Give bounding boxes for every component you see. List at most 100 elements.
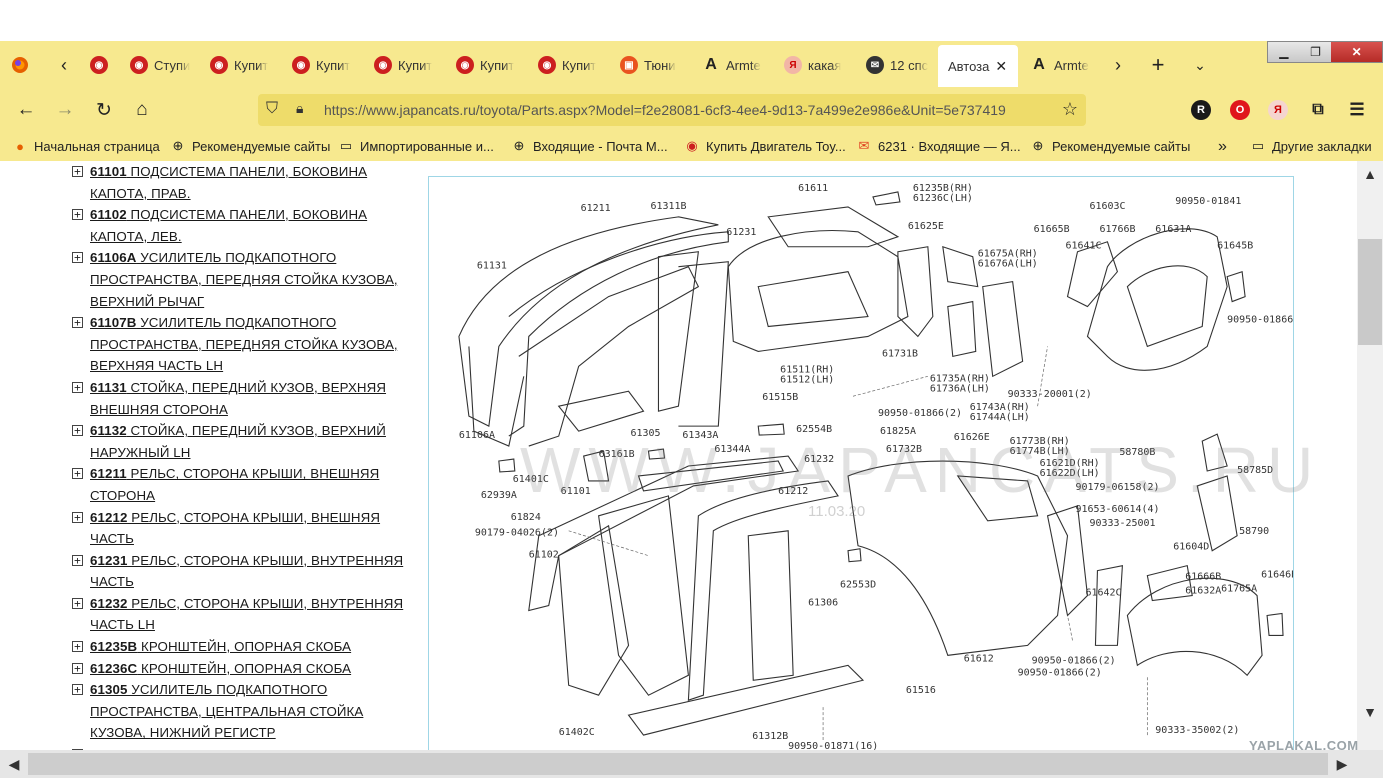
part-description[interactable]: РЕЛЬС, СТОРОНА КРЫШИ, ВНУТРЕННЯЯ (127, 596, 403, 611)
part-code-link[interactable]: 61102 (90, 207, 127, 222)
tab-5[interactable]: ◉ Купит (446, 46, 520, 84)
close-tab-icon[interactable]: ✕ (995, 58, 1007, 75)
part-description-cont[interactable]: КАПОТА, ПРАВ. (90, 186, 191, 201)
tree-item[interactable]: +61305 УСИЛИТЕЛЬ ПОДКАПОТНОГО ПРОСТРАНСТВ… (72, 679, 412, 744)
new-tab-icon[interactable]: + (1146, 52, 1170, 77)
tab-3[interactable]: ◉ Купит (282, 46, 356, 84)
part-description[interactable]: КРОНШТЕЙН, ОПОРНАЯ СКОБА (137, 639, 351, 654)
part-description-cont[interactable]: КАПОТА, ЛЕВ. (90, 229, 182, 244)
tabs-scroll-right-icon[interactable]: › (1106, 53, 1130, 77)
part-description-cont[interactable]: ВЕРХНИЙ РЫЧАГ (90, 294, 204, 309)
app-menu-icon[interactable]: ☰ (1347, 100, 1367, 120)
bookmark-7[interactable]: ▭ Другие закладки (1250, 138, 1372, 154)
scroll-right-icon[interactable]: ▶ (1328, 750, 1356, 778)
part-description[interactable]: КРОНШТЕЙН, ОПОРНАЯ СКОБА (137, 661, 351, 676)
extension-yandex-icon[interactable]: Я (1268, 100, 1288, 120)
part-description[interactable]: ПОДСИСТЕМА ПАНЕЛИ, БОКОВИНА (127, 164, 368, 179)
part-description[interactable]: СТОЙКА, ПЕРЕДНИЙ КУЗОВ, ВЕРХНЯЯ (127, 380, 386, 395)
extension-r-icon[interactable]: R (1191, 100, 1211, 120)
expand-icon[interactable]: + (72, 425, 83, 437)
part-code-link[interactable]: 61236C (90, 661, 137, 676)
tab-11[interactable]: Автоза ✕ (938, 45, 1018, 87)
expand-icon[interactable]: + (72, 381, 83, 393)
part-description-cont[interactable]: ПРОСТРАНСТВА, ПЕРЕДНЯЯ СТОЙКА КУЗОВА, (90, 272, 398, 287)
part-description-cont[interactable]: ЧАСТЬ LH (90, 617, 155, 632)
firefox-menu-icon[interactable] (8, 53, 32, 77)
part-description[interactable]: РЕЛЬС, СТОРОНА КРЫШИ, ВНУТРЕННЯЯ (127, 553, 403, 568)
bookmark-0[interactable]: ● Начальная страница (12, 138, 160, 154)
bookmark-4[interactable]: ◉ Купить Двигатель Toy... (684, 138, 845, 154)
home-icon[interactable]: ⌂ (130, 98, 154, 122)
expand-icon[interactable]: + (72, 554, 83, 566)
tab-0[interactable]: ◉вес (80, 46, 112, 84)
part-description-cont[interactable]: КУЗОВА, НИЖНИЙ РЕГИСТР (90, 725, 276, 740)
part-code-link[interactable]: 61131 (90, 380, 127, 395)
back-icon[interactable]: ← (14, 98, 38, 122)
tab-2[interactable]: ◉ Купит (200, 46, 274, 84)
tree-item[interactable]: +61106A УСИЛИТЕЛЬ ПОДКАПОТНОГО ПРОСТРАНСТ… (72, 247, 412, 312)
tab-4[interactable]: ◉ Купит (364, 46, 438, 84)
part-code-link[interactable]: 61235B (90, 639, 137, 654)
horizontal-scroll-thumb[interactable] (28, 753, 1328, 775)
extensions-puzzle-icon[interactable]: ⧉ (1308, 100, 1328, 120)
address-bar[interactable]: ⛉ 🔒︎ https://www.japancats.ru/toyota/Par… (258, 94, 1086, 126)
tree-item[interactable]: +61107B УСИЛИТЕЛЬ ПОДКАПОТНОГО ПРОСТРАНСТ… (72, 312, 412, 377)
lock-icon[interactable]: 🔒︎ (296, 100, 303, 117)
part-description-cont[interactable]: ЧАСТЬ (90, 574, 134, 589)
expand-icon[interactable]: + (72, 511, 83, 523)
tree-item[interactable]: +61211 РЕЛЬС, СТОРОНА КРЫШИ, ВНЕШНЯЯ СТОР… (72, 463, 412, 506)
url-text[interactable]: https://www.japancats.ru/toyota/Parts.as… (324, 102, 1052, 118)
part-description[interactable]: УСИЛИТЕЛЬ ПОДКАПОТНОГО (127, 682, 327, 697)
scroll-up-icon[interactable]: ▲ (1357, 163, 1383, 185)
tab-10[interactable]: ✉ 12 спс (856, 46, 930, 84)
tabs-scroll-left-icon[interactable]: ‹ (52, 53, 76, 77)
expand-icon[interactable]: + (72, 684, 83, 696)
part-code-link[interactable]: 61305 (90, 682, 127, 697)
part-description[interactable]: УСИЛИТЕЛЬ ПОДКАПОТНОГО (136, 250, 336, 265)
tree-item[interactable]: +61232 РЕЛЬС, СТОРОНА КРЫШИ, ВНУТРЕННЯЯ Ч… (72, 593, 412, 636)
tab-6[interactable]: ◉ Купит (528, 46, 602, 84)
expand-icon[interactable]: + (72, 166, 83, 177)
reload-icon[interactable]: ↻ (92, 98, 116, 122)
part-description-cont[interactable]: ЧАСТЬ (90, 531, 134, 546)
bookmark-5[interactable]: ✉ 6231 · Входящие — Я... (856, 138, 1021, 154)
maximize-button[interactable]: ❐ (1300, 42, 1332, 62)
part-description-cont[interactable]: ПРОСТРАНСТВА, ЦЕНТРАЛЬНАЯ СТОЙКА (90, 704, 363, 719)
tree-item[interactable]: +61131 СТОЙКА, ПЕРЕДНИЙ КУЗОВ, ВЕРХНЯЯ ВН… (72, 377, 412, 420)
expand-icon[interactable]: + (72, 641, 83, 653)
bookmark-6[interactable]: ⊕ Рекомендуемые сайты (1030, 138, 1191, 154)
part-code-link[interactable]: 61212 (90, 510, 127, 525)
tree-item[interactable]: +61235B КРОНШТЕЙН, ОПОРНАЯ СКОБА (72, 636, 412, 658)
bookmark-3[interactable]: ⊕ Входящие - Почта М... (511, 138, 668, 154)
part-code-link[interactable]: 61107B (90, 315, 136, 330)
part-description[interactable]: РЕЛЬС, СТОРОНА КРЫШИ, ВНЕШНЯЯ (127, 466, 380, 481)
tree-item[interactable]: +61212 РЕЛЬС, СТОРОНА КРЫШИ, ВНЕШНЯЯ ЧАСТ… (72, 507, 412, 550)
more-bookmarks-icon[interactable]: » (1218, 138, 1227, 156)
part-code-link[interactable]: 61232 (90, 596, 127, 611)
forward-icon[interactable]: → (53, 98, 77, 122)
tab-7[interactable]: ▣ Тюни (610, 46, 684, 84)
tab-8[interactable]: A Armte (692, 46, 766, 84)
extension-opera-icon[interactable]: O (1230, 100, 1250, 120)
bookmark-star-icon[interactable]: ☆ (1062, 99, 1078, 120)
part-code-link[interactable]: 61211 (90, 466, 127, 481)
tab-9[interactable]: Якакая (774, 46, 848, 84)
list-tabs-icon[interactable]: ⌄ (1188, 53, 1212, 77)
tab-1[interactable]: ◉ Ступи (120, 46, 194, 84)
vertical-scrollbar[interactable]: ▲ ▼ (1357, 161, 1383, 750)
tree-item[interactable]: +61102 ПОДСИСТЕМА ПАНЕЛИ, БОКОВИНА КАПОТА… (72, 204, 412, 247)
tracking-shield-icon[interactable]: ⛉ (266, 100, 278, 118)
expand-icon[interactable]: + (72, 252, 83, 264)
part-description-cont[interactable]: СТОРОНА (90, 488, 155, 503)
expand-icon[interactable]: + (72, 597, 83, 609)
tree-item[interactable]: +61236C КРОНШТЕЙН, ОПОРНАЯ СКОБА (72, 658, 412, 680)
expand-icon[interactable]: + (72, 468, 83, 480)
part-code-link[interactable]: 61132 (90, 423, 127, 438)
tree-item[interactable]: +61231 РЕЛЬС, СТОРОНА КРЫШИ, ВНУТРЕННЯЯ Ч… (72, 550, 412, 593)
part-description-cont[interactable]: НАРУЖНЫЙ LH (90, 445, 191, 460)
part-description[interactable]: ПОДСИСТЕМА ПАНЕЛИ, БОКОВИНА (127, 207, 368, 222)
expand-icon[interactable]: + (72, 209, 83, 221)
minimize-button[interactable]: ▁ (1268, 42, 1300, 62)
close-window-button[interactable]: ✕ (1331, 42, 1383, 62)
horizontal-scrollbar[interactable]: ◀ ▶ (0, 750, 1383, 778)
